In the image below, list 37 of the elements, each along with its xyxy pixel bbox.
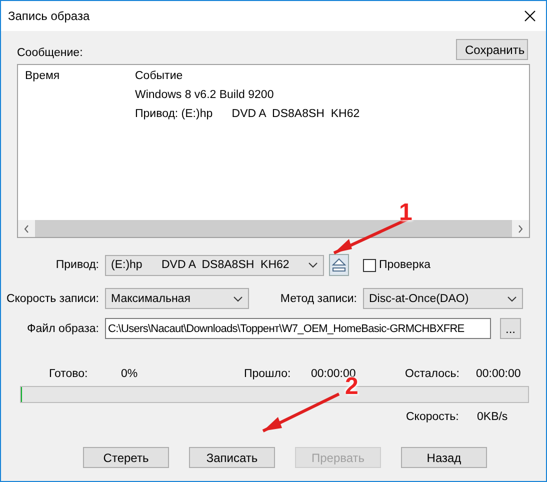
eject-icon[interactable] <box>329 254 349 276</box>
remaining-value: 00:00:00 <box>476 368 522 380</box>
log-event: Привод: (E:)hp DVD A DS8A8SH KH62 <box>135 108 361 122</box>
dialog-button[interactable]: Назад <box>401 447 487 468</box>
scroll-right-icon[interactable] <box>518 224 523 232</box>
horizontal-scrollbar[interactable] <box>18 220 529 237</box>
drive-label: Привод: <box>54 259 100 271</box>
ready-value: 0% <box>121 368 139 380</box>
speed-status-label: Скорость: <box>406 411 460 423</box>
drive-dropdown[interactable]: (E:)hp DVD A DS8A8SH KH62 <box>105 254 324 276</box>
method-dropdown[interactable]: Disc-at-Once(DAO) <box>363 288 523 309</box>
ready-label: Готово: <box>49 368 89 380</box>
speed-label: Скорость записи: <box>5 292 100 304</box>
log-event: Windows 8 v6.2 Build 9200 <box>135 89 275 103</box>
verify-checkbox[interactable] <box>363 258 376 272</box>
file-path-field[interactable]: C:\Users\Nacaut\Downloads\Торрент\W7_OEM_HomeBasic-GRMCHBXFRE <box>105 318 491 339</box>
file-label: Файл образа: <box>26 322 100 334</box>
browse-button[interactable]: ... <box>500 318 521 339</box>
dropdown-caret-icon <box>507 296 517 302</box>
window-title: Запись образа <box>8 9 90 23</box>
remaining-label: Осталось: <box>405 368 460 380</box>
column-header: Событие <box>135 70 184 84</box>
dialog-button[interactable]: Записать <box>189 447 275 468</box>
log-label: Сообщение: <box>17 46 83 58</box>
save-button[interactable]: Сохранить <box>456 39 528 60</box>
close-icon[interactable] <box>524 10 536 22</box>
dropdown-caret-icon <box>233 296 243 302</box>
speed-dropdown[interactable]: Максимальная <box>105 288 249 309</box>
dropdown-caret-icon <box>308 262 318 268</box>
annotation-number: 1 <box>399 199 412 227</box>
column-header: Время <box>25 70 61 84</box>
verify-label: Проверка <box>379 259 431 271</box>
method-label: Метод записи: <box>279 292 358 304</box>
elapsed-label: Прошло: <box>244 368 292 380</box>
dialog-button[interactable]: Стереть <box>83 447 169 468</box>
scroll-left-icon[interactable] <box>24 224 29 232</box>
speed-status-value: 0KB/s <box>477 411 509 423</box>
